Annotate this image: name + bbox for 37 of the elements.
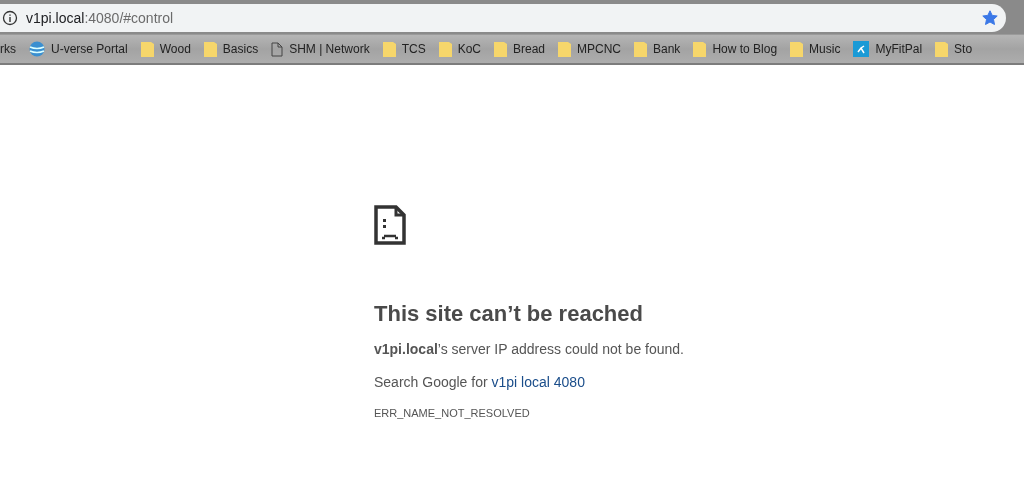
bookmark-item[interactable]: Sto xyxy=(954,42,973,56)
folder-icon xyxy=(790,41,804,57)
bookmark-item[interactable]: How to Blog xyxy=(712,42,778,56)
folder-icon xyxy=(203,41,217,57)
bookmark-item[interactable]: MPCNC xyxy=(577,42,621,56)
error-title: This site can’t be reached xyxy=(374,301,644,327)
bookmark-item[interactable]: KoC xyxy=(457,42,481,56)
url-text: v1pi.local:4080/#control xyxy=(26,10,174,26)
sad-page-icon xyxy=(374,205,406,245)
folder-icon xyxy=(382,41,396,57)
bookmark-item[interactable]: TCS xyxy=(401,42,426,56)
folder-icon xyxy=(494,41,507,57)
folder-icon xyxy=(558,41,571,57)
folder-icon xyxy=(438,41,452,57)
bookmark-item[interactable]: Wood xyxy=(159,42,191,56)
search-suggestion: Search Google for v1pi local 4080 xyxy=(374,374,586,390)
globe-icon xyxy=(29,41,45,57)
folder-icon xyxy=(935,41,949,57)
bookmark-item[interactable]: Music xyxy=(809,42,841,56)
bookmark-item[interactable]: U-verse Portal xyxy=(51,42,128,56)
runner-icon xyxy=(853,41,870,57)
star-icon[interactable] xyxy=(982,10,998,26)
error-message: v1pi.local’s server IP address could not be found. xyxy=(374,341,685,357)
info-icon[interactable] xyxy=(2,10,18,26)
folder-icon xyxy=(634,41,647,57)
bookmark-item[interactable]: Bread xyxy=(513,42,545,56)
folder-icon xyxy=(140,41,154,57)
address-bar[interactable]: v1pi.local:4080/#control xyxy=(0,4,1006,32)
bookmark-item[interactable]: Basics xyxy=(222,42,259,56)
page-icon xyxy=(271,41,284,57)
bookmark-item[interactable]: rks xyxy=(0,42,16,56)
search-link[interactable]: v1pi local 4080 xyxy=(491,374,585,390)
bookmark-item[interactable]: Bank xyxy=(653,42,681,56)
bookmark-item[interactable]: MyFitPal xyxy=(875,42,923,56)
bookmark-item[interactable]: SHM | Network xyxy=(289,42,370,56)
error-code: ERR_NAME_NOT_RESOLVED xyxy=(374,407,531,419)
folder-icon xyxy=(693,41,707,57)
